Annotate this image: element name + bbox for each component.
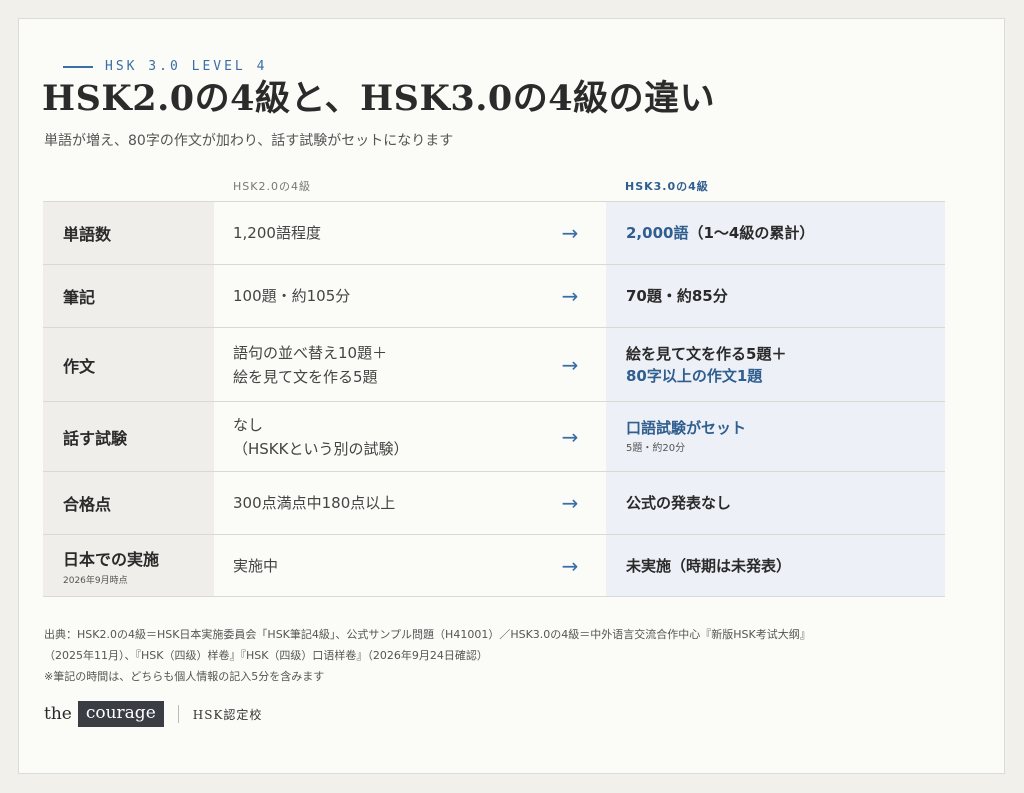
old-value-cell: なし （HSKKという別の試験） [214,402,534,471]
arrow-right-icon: → [561,491,579,515]
row-label-cell: 話す試験 [43,402,214,471]
row-label-cell: 合格点 [43,472,214,534]
old-value: 1,200語程度 [233,224,321,242]
page-subtitle: 単語が増え、80字の作文が加わり、話す試験がセットになります [44,133,454,149]
comparison-table: 単語数 1,200語程度 → 2,000語（1〜4級の累計） 筆記 100題・約… [43,201,945,597]
row-label-cell: 作文 [43,328,214,401]
logo-text-the: the [44,704,72,724]
arrow-right-icon: → [561,424,579,449]
source-line: （2025年11月）、『HSK（四级）样卷』『HSK（四级）口语样卷』（2026… [44,649,488,662]
new-value-highlight: 口語試験がセット [626,418,747,437]
new-value-cell: 絵を見て文を作る5題＋ 80字以上の作文1題 [606,328,945,401]
new-value-cell: 公式の発表なし [606,472,945,534]
table-row: 合格点 300点満点中180点以上 → 公式の発表なし [43,471,945,534]
old-value-cell: 語句の並べ替え10題＋ 絵を見て文を作る5題 [214,328,534,401]
row-label-cell: 単語数 [43,202,214,264]
row-label: 筆記 [63,288,96,307]
certified-school-tag: HSK認定校 [192,707,263,722]
table-row: 日本での実施 2026年9月時点 実施中 → 未実施（時期は未発表） [43,534,945,597]
new-value-cell: 2,000語（1〜4級の累計） [606,202,945,264]
new-value: 未実施（時期は未発表） [626,556,792,575]
new-value: 70題・約85分 [626,287,728,305]
arrow-right-icon: → [561,221,579,245]
old-value-cell: 100題・約105分 [214,265,534,327]
row-label-note: 2026年9月時点 [63,575,128,586]
old-value-cell: 1,200語程度 [214,202,534,264]
footnote: ※筆記の時間は、どちらも個人情報の記入5分を含みます [44,670,325,683]
logo-text-courage: courage [77,701,164,727]
row-label: 単語数 [63,225,112,244]
table-row: 単語数 1,200語程度 → 2,000語（1〜4級の累計） [43,201,945,264]
arrow-right-icon: → [561,284,579,308]
column-header-old: HSK2.0の4級 [233,180,311,193]
old-value: 100題・約105分 [233,287,351,305]
source-note: 出典：HSK2.0の4級＝HSK日本実施委員会「HSK筆記4級」、公式サンプル問… [44,624,944,687]
row-label-cell: 日本での実施 2026年9月時点 [43,535,214,596]
new-value-line1: 絵を見て文を作る5題＋ [626,344,787,363]
row-label: 作文 [63,356,96,376]
row-label: 合格点 [63,495,112,514]
footer-branding: the courage HSK認定校 [44,701,262,727]
eyebrow-line [63,65,93,68]
old-value: 300点満点中180点以上 [233,494,396,512]
new-value-cell: 未実施（時期は未発表） [606,535,945,596]
row-label: 話す試験 [63,428,128,448]
table-row: 作文 語句の並べ替え10題＋ 絵を見て文を作る5題 → 絵を見て文を作る5題＋ … [43,327,945,401]
table-row: 筆記 100題・約105分 → 70題・約85分 [43,264,945,327]
old-value-line1: 語句の並べ替え10題＋ [233,343,388,362]
arrow-right-icon: → [561,352,579,377]
source-line: 出典：HSK2.0の4級＝HSK日本実施委員会「HSK筆記4級」、公式サンプル問… [44,628,811,641]
row-label-cell: 筆記 [43,265,214,327]
page-title: HSK2.0の4級と、HSK3.0の4級の違い [42,78,716,119]
new-value-cell: 70題・約85分 [606,265,945,327]
row-label: 日本での実施 [63,549,160,569]
new-value-cell: 口語試験がセット 5題・約20分 [606,402,945,471]
new-value-highlight: 80字以上の作文1題 [626,366,763,385]
new-value: （1〜4級の累計） [688,224,815,242]
new-value-note: 5題・約20分 [626,442,686,454]
old-value-cell: 300点満点中180点以上 [214,472,534,534]
arrow-right-icon: → [561,553,579,578]
new-value: 公式の発表なし [626,494,732,512]
new-value-highlight: 2,000語 [626,224,689,242]
old-value-line2: （HSKKという別の試験） [233,439,409,458]
table-row: 話す試験 なし （HSKKという別の試験） → 口語試験がセット 5題・約20分 [43,401,945,471]
old-value-line2: 絵を見て文を作る5題 [233,367,378,386]
old-value-line1: なし [233,415,264,434]
old-value-cell: 実施中 [214,535,534,596]
footer-divider [177,705,179,723]
column-header-new: HSK3.0の4級 [625,180,709,193]
old-value: 実施中 [233,556,279,575]
